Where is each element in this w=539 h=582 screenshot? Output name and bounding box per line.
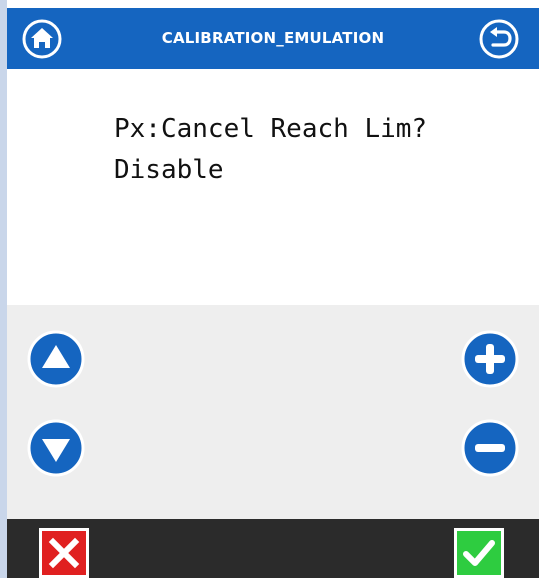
screen: CALIBRATION_EMULATION Px:Cancel Reach Li…: [0, 0, 539, 578]
minus-icon: [461, 419, 519, 477]
triangle-down-icon: [27, 419, 85, 477]
return-icon: [479, 19, 519, 59]
plus-icon: [461, 330, 519, 388]
page-title: CALIBRATION_EMULATION: [161, 29, 385, 47]
controls-panel: [7, 305, 539, 519]
increment-button[interactable]: [461, 330, 519, 388]
left-edge-strip: [0, 0, 7, 578]
display-line-1: Px:Cancel Reach Lim?: [114, 114, 428, 144]
checkmark-icon: [454, 528, 504, 578]
back-button[interactable]: [479, 19, 519, 59]
confirm-button[interactable]: [454, 528, 504, 578]
scroll-down-button[interactable]: [27, 419, 85, 477]
decrement-button[interactable]: [461, 419, 519, 477]
display-line-2: Disable: [114, 155, 224, 185]
scroll-up-button[interactable]: [27, 330, 85, 388]
message-display: Px:Cancel Reach Lim? Disable: [7, 69, 539, 305]
triangle-up-icon: [27, 330, 85, 388]
x-icon: [39, 528, 89, 578]
cancel-button[interactable]: [39, 528, 89, 578]
header-bar: CALIBRATION_EMULATION: [7, 8, 539, 69]
footer-bar: [7, 519, 539, 578]
